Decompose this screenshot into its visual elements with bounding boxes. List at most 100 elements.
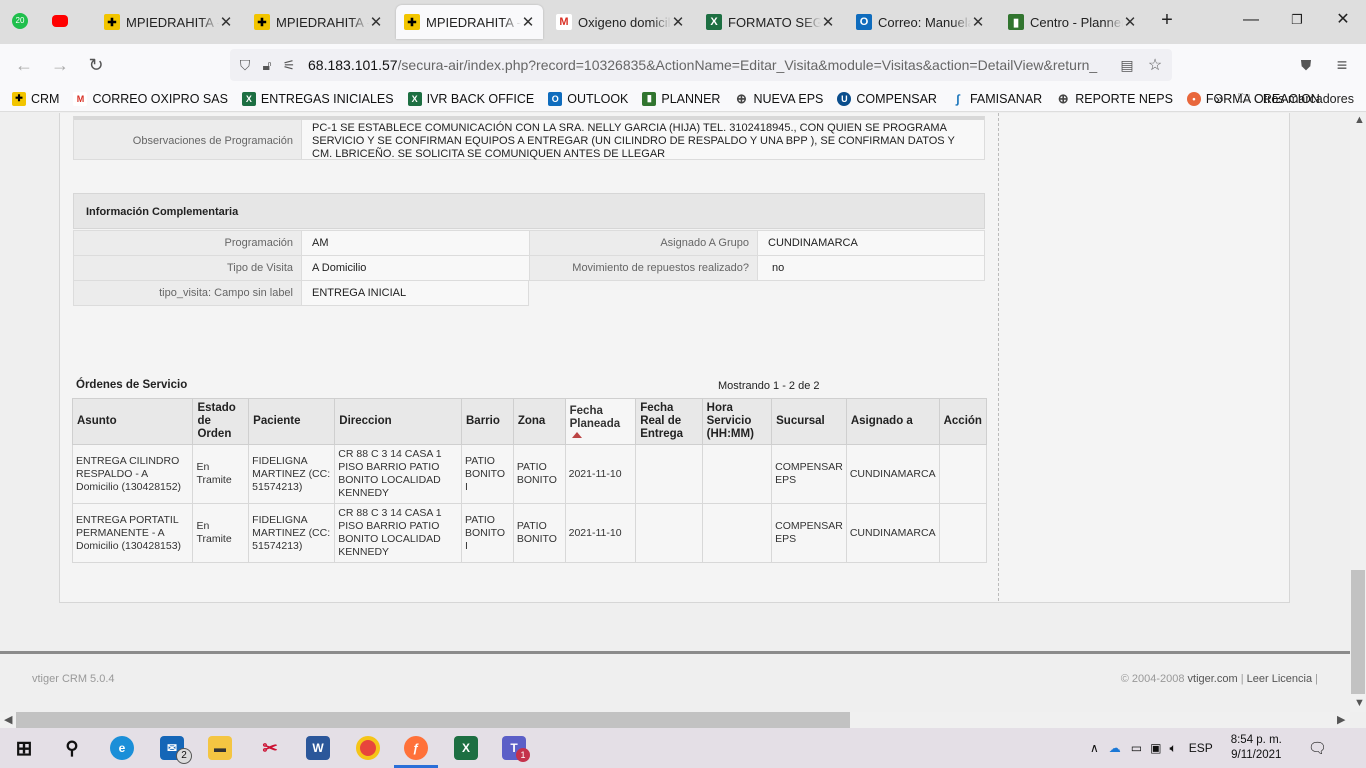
bookmark-outlook[interactable]: O OUTLOOK: [548, 91, 628, 106]
tab-crm-1[interactable]: ✚ MPIEDRAHITA - A ✕: [96, 5, 241, 39]
battery-icon[interactable]: ▭: [1131, 741, 1142, 755]
badge-icon[interactable]: 20: [12, 13, 28, 29]
restore-button[interactable]: ❐: [1287, 10, 1307, 30]
vtiger-link[interactable]: vtiger.com: [1188, 673, 1238, 685]
tab-gmail[interactable]: M Oxigeno domicilia ✕: [548, 5, 693, 39]
insecure-lock-icon[interactable]: 🔓︎: [256, 57, 278, 74]
close-icon[interactable]: ✕: [219, 13, 233, 31]
reload-icon[interactable]: ↻: [86, 55, 106, 75]
horizontal-scroll-thumb[interactable]: [16, 712, 850, 728]
cell-accion[interactable]: [938, 444, 988, 504]
bookmark-planner[interactable]: ▮ PLANNER: [642, 91, 720, 106]
bookmark-reporte-neps[interactable]: ⊕ REPORTE NEPS: [1056, 91, 1173, 106]
cell-asunto[interactable]: ENTREGA CILINDRO RESPALDO - A Domicilio …: [71, 444, 193, 504]
volume-icon[interactable]: 🔈︎: [1169, 741, 1176, 756]
permissions-icon[interactable]: ⚟: [278, 57, 300, 74]
windows-start-icon[interactable]: ⊞: [12, 736, 36, 760]
edge-icon[interactable]: e: [110, 736, 134, 760]
onedrive-icon[interactable]: ☁: [1109, 741, 1121, 755]
info-row-2: Tipo de Visita A Domicilio Movimiento de…: [73, 256, 985, 281]
copyright-text: © 2004-2008: [1120, 673, 1185, 685]
col-estado[interactable]: Estado de Orden: [192, 398, 250, 445]
close-icon[interactable]: ✕: [1123, 13, 1137, 31]
col-asignado[interactable]: Asignado a: [845, 398, 940, 445]
clock[interactable]: 8:54 p. m. 9/11/2021: [1231, 733, 1282, 763]
bookmark-nueva-eps[interactable]: ⊕ NUEVA EPS: [734, 91, 823, 106]
reader-view-icon[interactable]: ▤: [1116, 57, 1138, 74]
close-icon[interactable]: ✕: [521, 13, 535, 31]
bookmark-crm[interactable]: ✚ CRM: [12, 91, 59, 106]
orders-header-row: Asunto Estado de Orden Paciente Direccio…: [71, 398, 988, 445]
language-indicator[interactable]: ESP: [1189, 741, 1213, 755]
close-icon[interactable]: ✕: [369, 13, 383, 31]
chevron-up-icon[interactable]: ∧: [1090, 741, 1099, 755]
close-icon[interactable]: ✕: [671, 13, 685, 31]
table-row[interactable]: ENTREGA CILINDRO RESPALDO - A Domicilio …: [71, 444, 988, 504]
snipping-tool-icon[interactable]: ✂: [258, 736, 282, 760]
col-sucursal[interactable]: Sucursal: [771, 398, 847, 445]
cell-accion[interactable]: [938, 503, 988, 563]
col-zona[interactable]: Zona: [512, 398, 566, 445]
bookmark-famisanar[interactable]: ∫ FAMISANAR: [951, 92, 1042, 106]
col-barrio[interactable]: Barrio: [461, 398, 514, 445]
col-paciente[interactable]: Paciente: [248, 398, 336, 445]
scroll-down-icon[interactable]: ▼: [1354, 697, 1365, 709]
tab-outlook[interactable]: O Correo: Manuela F ✕: [848, 5, 993, 39]
close-icon[interactable]: ✕: [971, 13, 985, 31]
tab-excel[interactable]: X FORMATO SEGUIM ✕: [698, 5, 843, 39]
vertical-scroll-thumb[interactable]: [1351, 570, 1365, 694]
minimize-button[interactable]: —: [1241, 10, 1261, 30]
back-arrow-icon[interactable]: ←: [14, 55, 34, 75]
col-direccion[interactable]: Direccion: [334, 398, 462, 445]
col-accion: Acción: [938, 398, 988, 445]
cell-zona: PATIO BONITO: [512, 444, 566, 504]
excel-icon[interactable]: X: [454, 736, 478, 760]
col-fecha-real[interactable]: Fecha Real de Entrega: [635, 398, 703, 445]
tab-crm-2[interactable]: ✚ MPIEDRAHITA - A ✕: [246, 5, 391, 39]
bookmark-compensar[interactable]: U COMPENSAR: [837, 91, 937, 106]
clock-date: 9/11/2021: [1231, 749, 1282, 761]
scroll-left-icon[interactable]: ◀: [4, 713, 12, 726]
other-bookmarks[interactable]: Otros marcadores: [1254, 92, 1354, 106]
pocket-icon[interactable]: ⛊: [1296, 55, 1316, 75]
chevron-double-right-icon[interactable]: »: [1215, 91, 1223, 108]
shield-icon[interactable]: ⛉: [234, 57, 256, 74]
programacion-value: AM: [302, 231, 530, 255]
tab-planner[interactable]: ▮ Centro - Planner ✕: [1000, 5, 1145, 39]
bookmark-correo[interactable]: M CORREO OXIPRO SAS: [73, 91, 228, 106]
bookmark-entregas[interactable]: X ENTREGAS INICIALES: [241, 91, 394, 106]
planner-icon: ▮: [1008, 14, 1024, 30]
cell-sucursal: COMPENSAR EPS: [771, 503, 847, 563]
url-bar[interactable]: ⛉ 🔓︎ ⚟ 68.183.101.57 /secura-air/index.p…: [230, 49, 1172, 81]
scroll-right-icon[interactable]: ▶: [1337, 713, 1345, 726]
table-row[interactable]: ENTREGA PORTATIL PERMANENTE - A Domicili…: [71, 503, 988, 563]
programacion-label: Programación: [74, 231, 302, 255]
chrome-icon[interactable]: [356, 736, 380, 760]
file-explorer-icon[interactable]: ▬: [208, 736, 232, 760]
bookmark-star-icon[interactable]: ☆: [1144, 55, 1166, 75]
col-hora[interactable]: Hora Servicio (HH:MM): [701, 398, 773, 445]
search-icon[interactable]: ⚲: [60, 736, 84, 760]
close-icon[interactable]: ✕: [821, 13, 835, 31]
notifications-icon[interactable]: 🗨︎: [1308, 739, 1327, 757]
license-link[interactable]: Leer Licencia: [1247, 673, 1312, 685]
bookmark-ivr[interactable]: X IVR BACK OFFICE: [407, 91, 534, 106]
footer-separator: |: [1315, 673, 1318, 685]
folder-icon: 🗀︎: [1237, 90, 1250, 105]
youtube-icon[interactable]: [52, 15, 68, 27]
menu-icon[interactable]: ≡: [1332, 55, 1352, 75]
cell-asignado: CUNDINAMARCA: [845, 503, 940, 563]
network-icon[interactable]: ▣: [1150, 741, 1161, 755]
word-icon[interactable]: W: [306, 736, 330, 760]
tipo-visita-campo-value: ENTREGA INICIAL: [302, 281, 528, 305]
cell-asunto[interactable]: ENTREGA PORTATIL PERMANENTE - A Domicili…: [71, 503, 193, 563]
new-tab-button[interactable]: +: [1157, 10, 1177, 30]
forward-arrow-icon[interactable]: →: [50, 55, 70, 75]
col-fecha-planeada[interactable]: Fecha Planeada: [564, 398, 637, 445]
close-window-button[interactable]: ✕: [1333, 10, 1353, 30]
firefox-icon[interactable]: ƒ: [404, 736, 428, 760]
scroll-up-icon[interactable]: ▲: [1354, 114, 1365, 126]
tab-crm-active[interactable]: ✚ MPIEDRAHITA - A ✕: [396, 5, 543, 39]
col-asunto[interactable]: Asunto: [71, 398, 194, 445]
clock-time: 8:54 p. m.: [1230, 734, 1282, 746]
